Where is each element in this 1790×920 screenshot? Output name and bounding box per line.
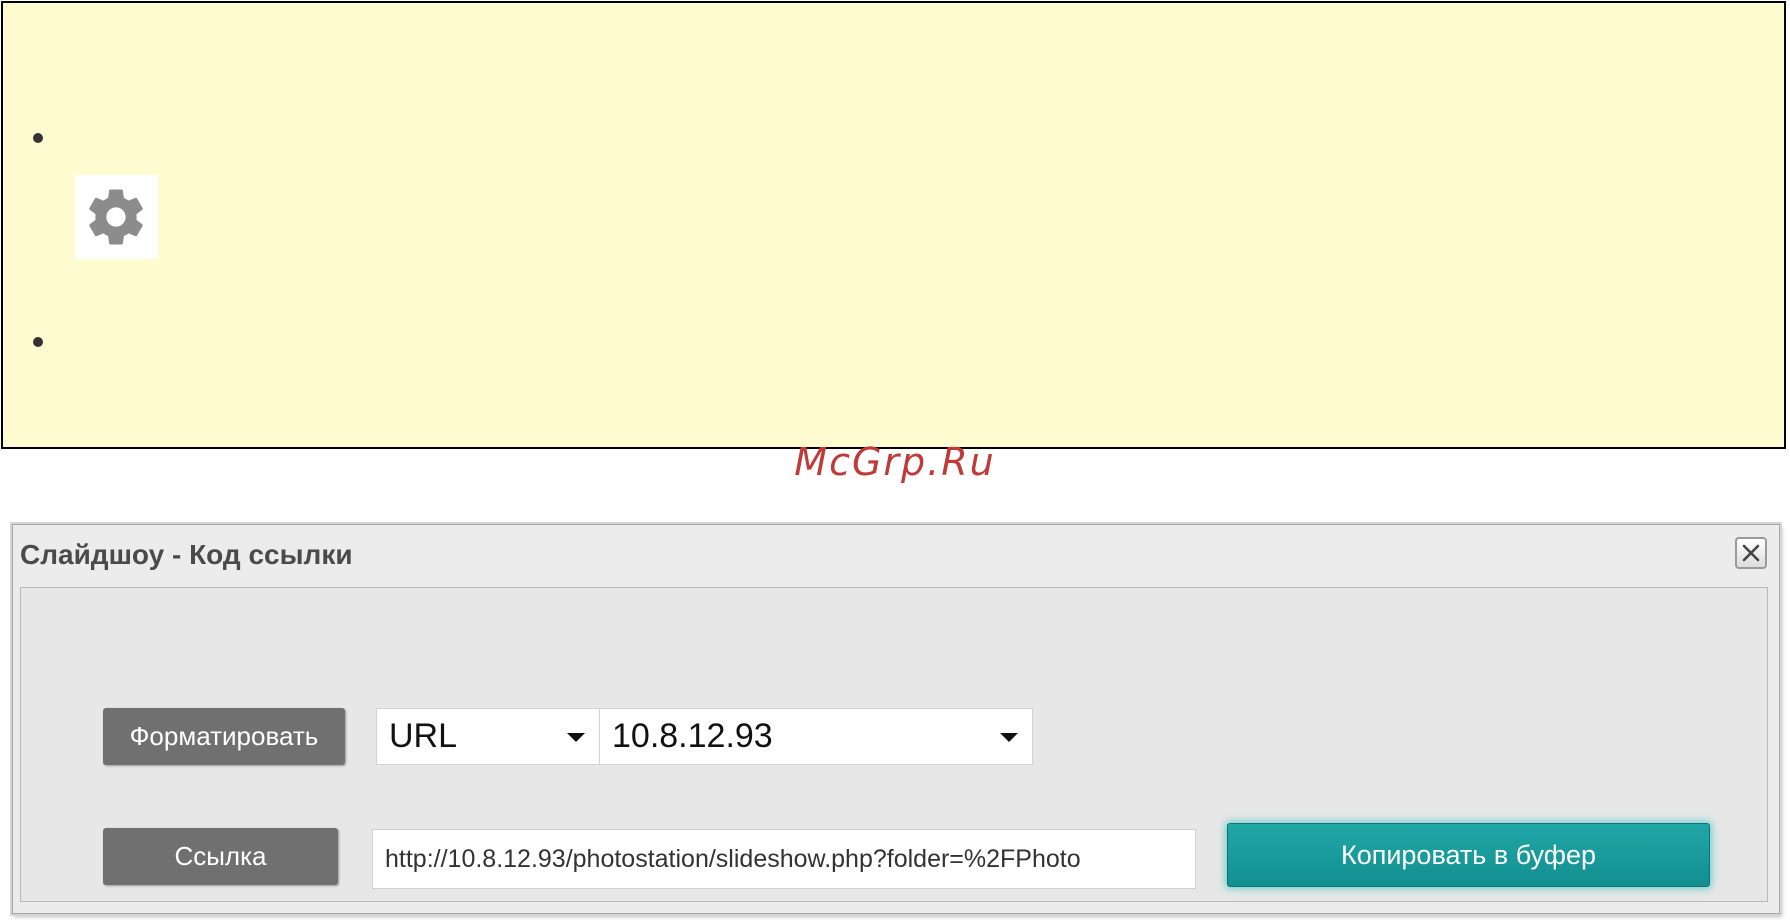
chevron-down-icon [1000, 733, 1018, 742]
list-bullet [33, 133, 43, 143]
note-panel [1, 1, 1786, 449]
link-field[interactable]: http://10.8.12.93/photostation/slideshow… [372, 829, 1196, 889]
gear-icon [75, 175, 158, 259]
host-select-value: 10.8.12.93 [612, 717, 773, 755]
dialog-body: Форматировать URL 10.8.12.93 Ссылка http… [20, 587, 1768, 902]
slideshow-link-dialog: Слайдшоу - Код ссылки Форматировать URL … [12, 524, 1780, 914]
format-label: Форматировать [103, 708, 345, 765]
format-select[interactable]: URL [376, 708, 600, 765]
chevron-down-icon [567, 733, 585, 742]
host-select[interactable]: 10.8.12.93 [599, 708, 1033, 765]
link-label: Ссылка [103, 828, 338, 885]
close-button[interactable] [1735, 537, 1767, 569]
watermark: McGrp.Ru [794, 440, 996, 484]
close-icon [1742, 544, 1760, 562]
list-bullet [33, 337, 43, 347]
format-select-value: URL [389, 717, 458, 755]
copy-to-clipboard-button[interactable]: Копировать в буфер [1227, 823, 1710, 887]
dialog-title: Слайдшоу - Код ссылки [20, 539, 353, 570]
